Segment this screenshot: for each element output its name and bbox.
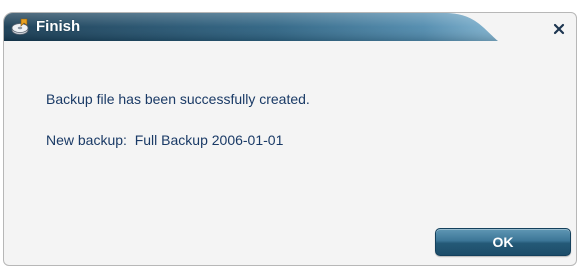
close-icon[interactable] — [552, 22, 566, 36]
backup-drive-icon — [11, 17, 31, 37]
ok-button[interactable]: OK — [435, 228, 571, 256]
title-tab: Finish — [4, 13, 504, 41]
dialog-titlebar[interactable]: Finish — [4, 13, 576, 41]
success-message: Backup file has been successfully create… — [46, 91, 310, 107]
finish-dialog: Finish Backup file has been successfully… — [3, 12, 577, 266]
dialog-title: Finish — [36, 18, 81, 35]
new-backup-info: New backup: Full Backup 2006-01-01 — [46, 132, 284, 148]
